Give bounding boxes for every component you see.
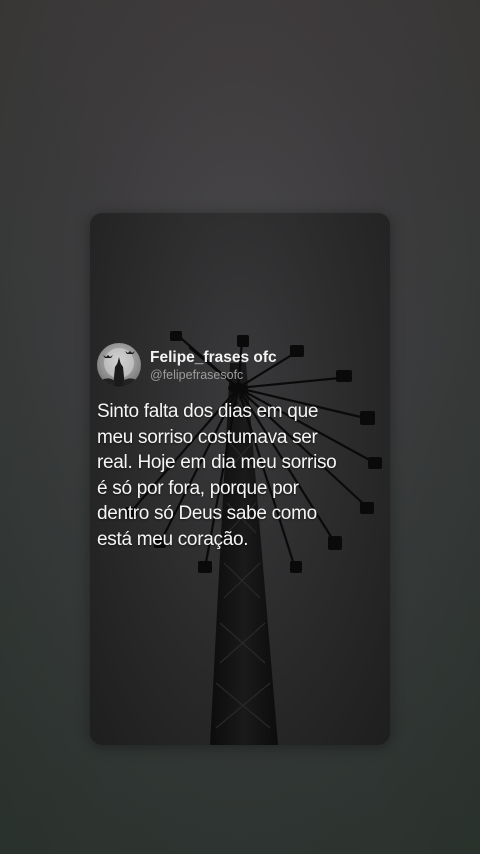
post-quote-text: Sinto falta dos dias em que meu sorriso … [97, 399, 389, 552]
post-header: Felipe_frases ofc @felipefrasesofc [97, 343, 277, 387]
post-card[interactable]: Felipe_frases ofc @felipefrasesofc Sinto… [90, 213, 390, 745]
quote-line: real. Hoje em dia meu sorriso [97, 452, 337, 473]
author-handle[interactable]: @felipefrasesofc [150, 367, 277, 383]
moon-bats-avatar-icon [97, 348, 141, 387]
author-display-name[interactable]: Felipe_frases ofc [150, 348, 277, 367]
post-author: Felipe_frases ofc @felipefrasesofc [150, 348, 277, 383]
quote-line: Sinto falta dos dias em que [97, 401, 319, 422]
quote-line: dentro só Deus sabe como [97, 503, 317, 524]
quote-line: meu sorriso costumava ser [97, 426, 318, 448]
quote-line: está meu coração. [97, 528, 249, 550]
avatar[interactable] [97, 343, 141, 387]
quote-line: é só por fora, porque por [97, 477, 299, 499]
